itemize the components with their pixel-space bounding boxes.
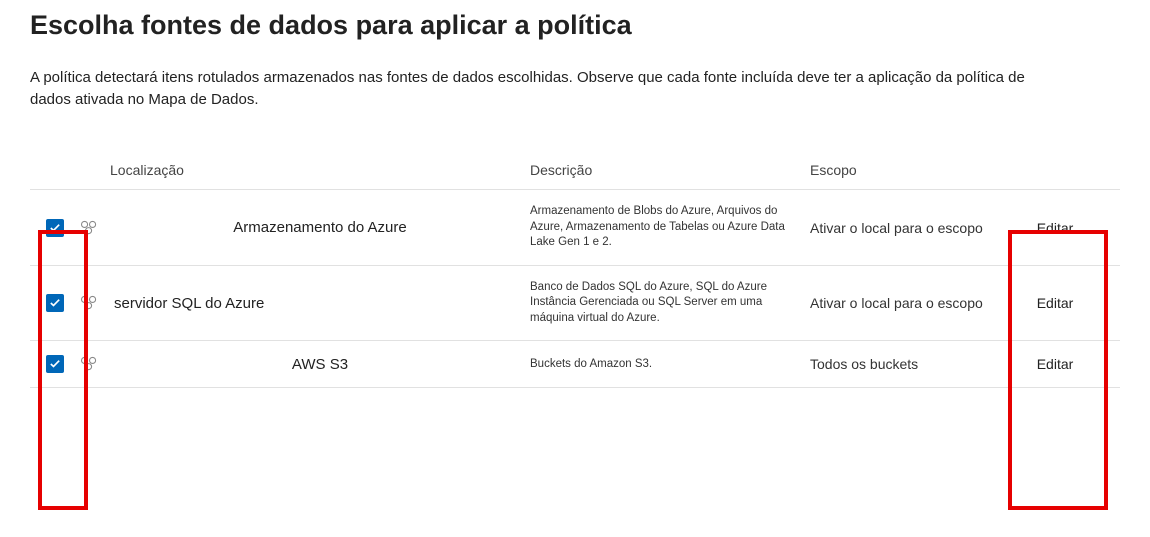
data-source-icon — [80, 220, 98, 236]
data-source-icon — [80, 295, 98, 311]
edit-button[interactable]: Editar — [1037, 295, 1074, 311]
check-icon — [50, 298, 60, 308]
table-row: servidor SQL do Azure Banco de Dados SQL… — [30, 266, 1120, 342]
table-row: AWS S3 Buckets do Amazon S3. Todos os bu… — [30, 341, 1120, 388]
page-title: Escolha fontes de dados para aplicar a p… — [30, 10, 1120, 41]
data-source-icon — [80, 356, 98, 372]
row-description: Buckets do Amazon S3. — [530, 357, 810, 373]
row-description: Banco de Dados SQL do Azure, SQL do Azur… — [530, 280, 810, 327]
row-checkbox[interactable] — [46, 355, 64, 373]
edit-button[interactable]: Editar — [1037, 220, 1074, 236]
table-header-row: Localização Descrição Escopo — [30, 151, 1120, 191]
row-description: Armazenamento de Blobs do Azure, Arquivo… — [530, 204, 810, 251]
check-icon — [50, 223, 60, 233]
row-checkbox[interactable] — [46, 294, 64, 312]
col-scope: Escopo — [810, 162, 990, 178]
col-location: Localização — [110, 162, 530, 178]
page-wrap: Escolha fontes de dados para aplicar a p… — [30, 10, 1120, 388]
row-location: AWS S3 — [110, 356, 530, 373]
row-scope: Ativar o local para o escopo — [810, 295, 990, 311]
table-row: Armazenamento do Azure Armazenamento de … — [30, 190, 1120, 266]
row-scope: Ativar o local para o escopo — [810, 220, 990, 236]
edit-button[interactable]: Editar — [1037, 356, 1074, 372]
col-description: Descrição — [530, 161, 810, 180]
row-location: servidor SQL do Azure — [110, 295, 530, 312]
data-sources-table: Localização Descrição Escopo — [30, 151, 1120, 389]
row-checkbox[interactable] — [46, 219, 64, 237]
row-scope: Todos os buckets — [810, 356, 990, 372]
page-description: A política detectará itens rotulados arm… — [30, 67, 1030, 111]
check-icon — [50, 359, 60, 369]
row-location: Armazenamento do Azure — [110, 219, 530, 236]
